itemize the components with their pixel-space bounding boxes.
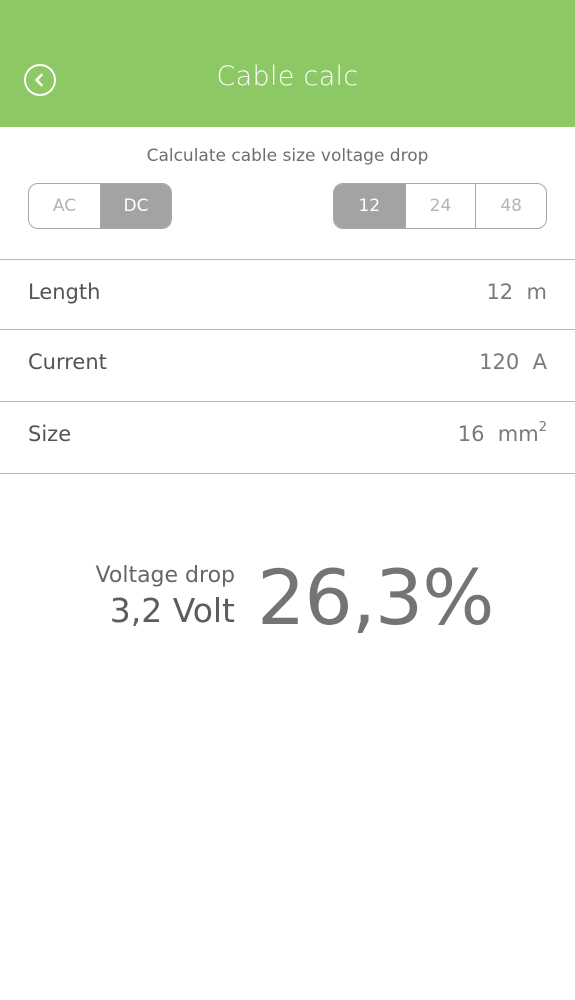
dc-option[interactable]: DC [100,184,171,228]
length-row[interactable]: Length 12 m [0,259,575,331]
page-title: Cable calc [216,61,359,92]
fields-divider [0,473,575,474]
current-row[interactable]: Current 120 A [0,329,575,401]
size-value[interactable]: 16 mm2 [457,420,547,446]
result-panel: Voltage drop 3,2 Volt 26,3% [0,553,575,645]
current-value[interactable]: 120 A [479,350,547,374]
size-unit: mm [497,422,539,446]
length-number: 12 [486,280,514,304]
current-number: 120 [479,350,520,374]
size-unit-exponent: 2 [538,420,547,435]
voltage-option-12[interactable]: 12 [334,184,405,228]
length-value[interactable]: 12 m [486,280,547,304]
voltage-drop-label: Voltage drop [95,563,235,588]
calculator-subtitle: Calculate cable size voltage drop [146,146,429,166]
voltage-drop-volts: 3,2 Volt [109,591,235,630]
current-label: Current [28,350,107,374]
voltage-option-24[interactable]: 24 [404,184,476,228]
size-row[interactable]: Size 16 mm2 [0,401,575,473]
voltage-option-48[interactable]: 48 [475,184,546,228]
voltage-drop-percent: 26,3% [257,553,494,642]
size-label: Size [28,422,72,446]
current-unit: A [532,350,547,374]
current-type-selector: AC DC [28,183,172,229]
app-header: Cable calc [0,0,575,127]
system-voltage-selector: 12 24 48 [333,183,547,229]
ac-option[interactable]: AC [29,184,100,228]
length-label: Length [28,280,101,304]
length-unit: m [526,280,547,304]
size-number: 16 [457,422,485,446]
